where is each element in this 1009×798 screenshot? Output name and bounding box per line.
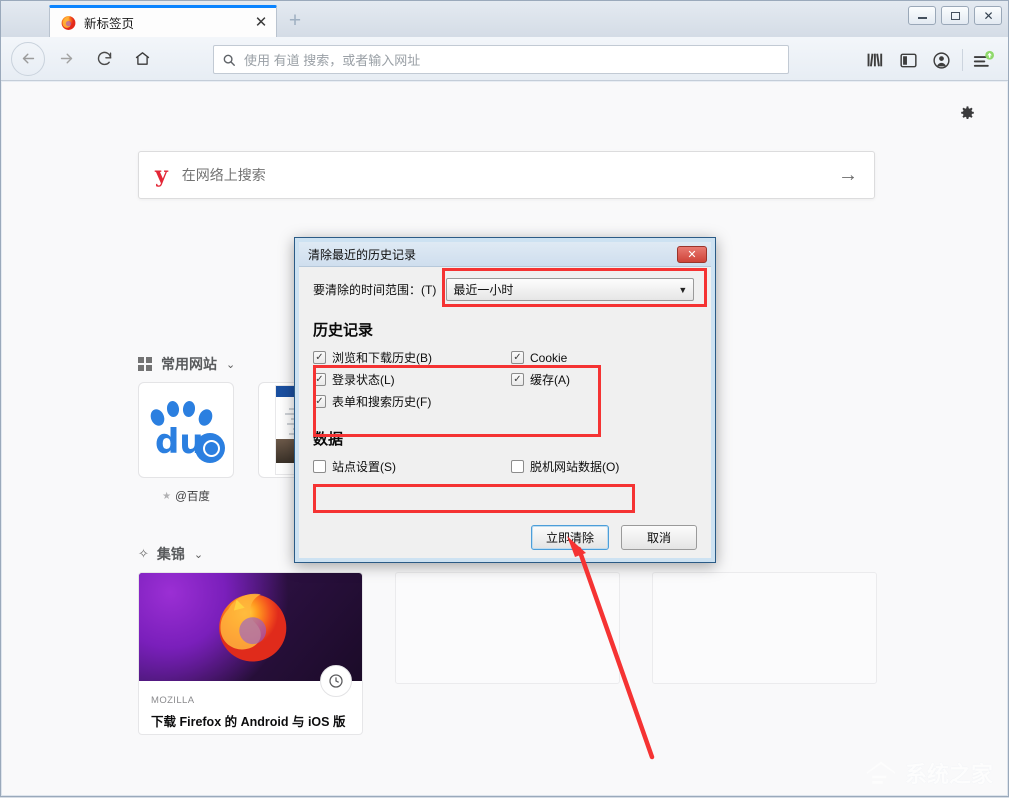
time-range-value: 最近一小时 xyxy=(453,281,678,298)
topsite-label: ★ @百度 xyxy=(138,488,234,504)
checkbox-form-search-history[interactable]: ✓ 表单和搜索历史(F) xyxy=(313,393,511,410)
highlight-title: 下载 Firefox 的 Android 与 iOS 版 xyxy=(151,711,350,730)
history-group-title: 历史记录 xyxy=(313,319,697,340)
firefox-icon xyxy=(209,582,295,668)
url-placeholder: 使用 有道 搜索，或者输入网址 xyxy=(244,50,420,69)
arrow-right-icon xyxy=(58,50,75,67)
sparkle-icon: ✧ xyxy=(138,546,149,562)
tab-close-icon[interactable]: ✕ xyxy=(252,14,270,32)
highlights-heading[interactable]: ✧ 集锦 ⌄ xyxy=(138,544,203,564)
pin-icon: ★ xyxy=(162,491,171,502)
dialog-titlebar: 清除最近的历史记录 ✕ xyxy=(299,242,711,267)
window-controls: ✕ xyxy=(908,6,1002,25)
forward-button[interactable] xyxy=(49,42,83,76)
data-checkbox-grid: 站点设置(S) 脱机网站数据(O) xyxy=(313,458,697,475)
library-icon[interactable] xyxy=(859,45,892,75)
checkbox-label: 浏览和下载历史(B) xyxy=(332,349,432,366)
hamburger-menu-icon[interactable] xyxy=(967,45,1000,75)
clock-icon xyxy=(320,665,352,697)
clear-now-button[interactable]: 立即清除 xyxy=(531,525,609,550)
data-group-title: 数据 xyxy=(313,428,697,449)
search-engine-logo: y xyxy=(155,164,168,186)
checkbox-label: 脱机网站数据(O) xyxy=(530,458,619,475)
highlight-image xyxy=(139,573,362,681)
cancel-button[interactable]: 取消 xyxy=(621,525,697,550)
checkbox-box xyxy=(511,460,524,473)
checkbox-box: ✓ xyxy=(511,373,524,386)
watermark-logo-icon xyxy=(863,758,899,788)
checkbox-box: ✓ xyxy=(313,395,326,408)
checkbox-browsing-download-history[interactable]: ✓ 浏览和下载历史(B) xyxy=(313,349,511,366)
search-icon xyxy=(222,53,236,67)
highlight-placeholder-card xyxy=(395,572,620,684)
watermark: 系统之家 xyxy=(863,757,993,789)
checkbox-label: 表单和搜索历史(F) xyxy=(332,393,431,410)
highlight-card[interactable]: MOZILLA 下载 Firefox 的 Android 与 iOS 版 xyxy=(138,572,363,735)
topsite-tile[interactable]: du ★ @百度 xyxy=(138,382,234,504)
url-search-bar[interactable]: 使用 有道 搜索，或者输入网址 xyxy=(213,45,789,74)
checkbox-label: 站点设置(S) xyxy=(332,458,396,475)
checkbox-box xyxy=(313,460,326,473)
highlight-source: MOZILLA xyxy=(151,695,350,706)
browser-window: 新标签页 ✕ + ✕ xyxy=(0,0,1009,797)
history-checkbox-grid: ✓ 浏览和下载历史(B) ✓ Cookie ✓ 登录状态(L) ✓ 缓存(A) … xyxy=(313,349,697,410)
checkbox-box: ✓ xyxy=(511,351,524,364)
back-button[interactable] xyxy=(11,42,45,76)
gear-icon[interactable] xyxy=(955,102,979,126)
dialog-title: 清除最近的历史记录 xyxy=(308,246,677,263)
new-tab-button[interactable]: + xyxy=(284,11,306,33)
checkbox-grid-spacer xyxy=(511,393,697,410)
topsite-thumbnail: du xyxy=(138,382,234,478)
window-maximize-button[interactable] xyxy=(941,6,969,25)
ntp-search-placeholder: 在网络上搜索 xyxy=(182,165,838,185)
topsites-heading-label: 常用网站 xyxy=(161,354,217,374)
grid-icon xyxy=(138,357,152,371)
dialog-footer: 立即清除 取消 xyxy=(299,517,711,558)
toolbar-divider xyxy=(962,49,963,71)
arrow-right-icon[interactable]: → xyxy=(838,164,858,187)
dialog-close-button[interactable]: ✕ xyxy=(677,246,707,263)
chevron-down-icon[interactable]: ⌄ xyxy=(194,548,203,561)
clear-history-dialog: 清除最近的历史记录 ✕ 要清除的时间范围：(T) 最近一小时 ▼ 历史记录 ✓ … xyxy=(294,237,716,563)
close-icon: ✕ xyxy=(687,248,696,261)
firefox-icon xyxy=(60,14,77,31)
reload-icon xyxy=(96,50,113,67)
home-button[interactable] xyxy=(125,42,159,76)
close-icon: ✕ xyxy=(983,9,992,23)
time-range-dropdown[interactable]: 最近一小时 ▼ xyxy=(446,278,694,301)
time-range-row: 要清除的时间范围：(T) 最近一小时 ▼ xyxy=(313,278,697,301)
dialog-body: 要清除的时间范围：(T) 最近一小时 ▼ 历史记录 ✓ 浏览和下载历史(B) ✓… xyxy=(299,267,711,521)
checkbox-box: ✓ xyxy=(313,351,326,364)
time-range-label: 要清除的时间范围：(T) xyxy=(313,281,436,298)
highlights-heading-label: 集锦 xyxy=(157,544,185,564)
highlight-placeholder-card xyxy=(652,572,877,684)
checkbox-label: Cookie xyxy=(530,351,567,365)
chevron-down-icon: ▼ xyxy=(678,285,687,295)
baidu-logo: du xyxy=(147,399,225,461)
topsites-heading[interactable]: 常用网站 ⌄ xyxy=(138,354,235,374)
account-icon[interactable] xyxy=(925,45,958,75)
sidebar-icon[interactable] xyxy=(892,45,925,75)
checkbox-cache[interactable]: ✓ 缓存(A) xyxy=(511,371,697,388)
checkbox-offline-website-data[interactable]: 脱机网站数据(O) xyxy=(511,458,697,475)
checkbox-label: 登录状态(L) xyxy=(332,371,395,388)
arrow-left-icon xyxy=(20,50,37,67)
chevron-down-icon[interactable]: ⌄ xyxy=(226,358,235,371)
checkbox-login-state[interactable]: ✓ 登录状态(L) xyxy=(313,371,511,388)
tab-strip: 新标签页 ✕ + ✕ xyxy=(1,1,1008,37)
window-close-button[interactable]: ✕ xyxy=(974,6,1002,25)
ntp-search-box[interactable]: y 在网络上搜索 → xyxy=(138,151,875,199)
checkbox-label: 缓存(A) xyxy=(530,371,570,388)
checkbox-cookie[interactable]: ✓ Cookie xyxy=(511,349,697,366)
home-icon xyxy=(134,50,151,67)
toolbar-right-icons xyxy=(859,45,1000,75)
tab-title: 新标签页 xyxy=(84,13,252,32)
checkbox-site-settings[interactable]: 站点设置(S) xyxy=(313,458,511,475)
window-minimize-button[interactable] xyxy=(908,6,936,25)
reload-button[interactable] xyxy=(87,42,121,76)
watermark-text: 系统之家 xyxy=(905,757,993,789)
checkbox-box: ✓ xyxy=(313,373,326,386)
browser-tab[interactable]: 新标签页 ✕ xyxy=(49,5,277,37)
